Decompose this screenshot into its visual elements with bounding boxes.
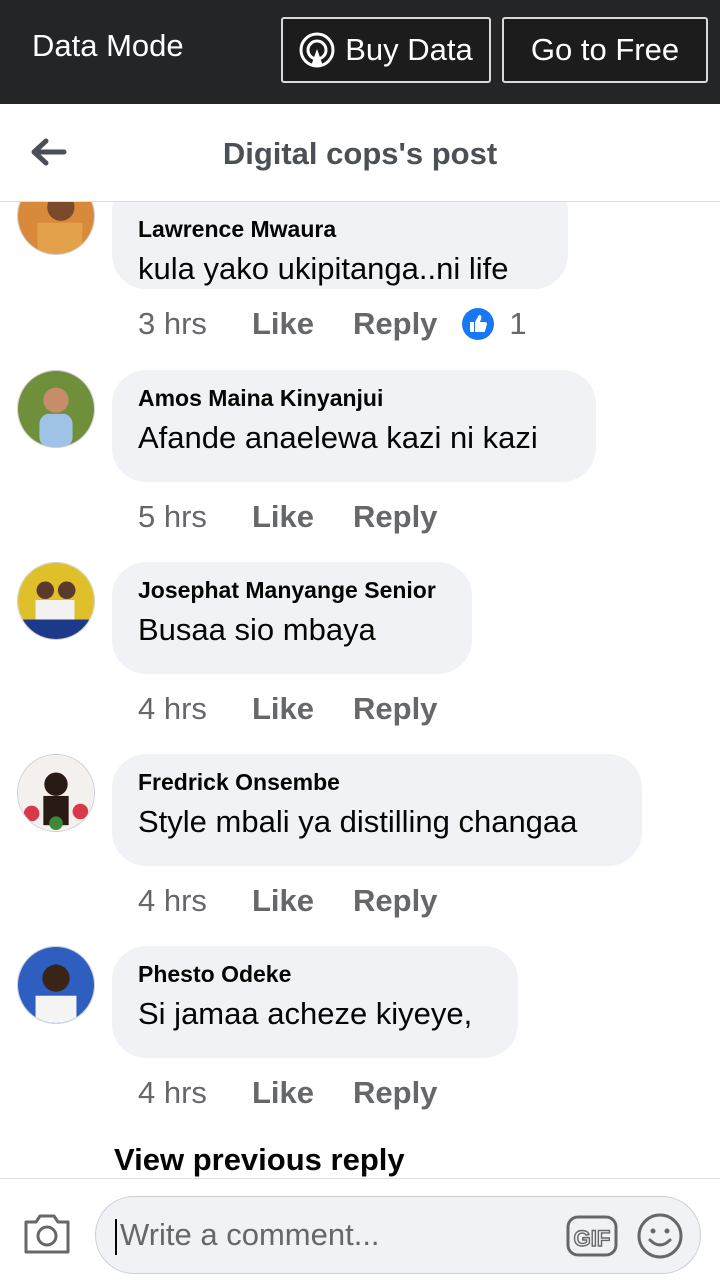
comment-bubble[interactable]: Lawrence Mwaura kula yako ukipitanga..ni…: [112, 201, 568, 289]
comment-bubble[interactable]: Fredrick Onsembe Style mbali ya distilli…: [112, 754, 642, 866]
comment-actions: 4 hrs Like Reply: [138, 689, 437, 729]
camera-button[interactable]: [22, 1212, 72, 1256]
post-header: Digital cops's post: [0, 104, 720, 202]
page-title: Digital cops's post: [222, 136, 498, 171]
comment-text: Busaa sio mbaya: [138, 612, 376, 647]
comment-bubble[interactable]: Amos Maina Kinyanjui Afande anaelewa kaz…: [112, 370, 596, 482]
text-cursor: [115, 1219, 117, 1255]
go-to-free-button[interactable]: Go to Free: [502, 17, 708, 83]
comment-time[interactable]: 5 hrs: [138, 499, 252, 535]
avatar[interactable]: [17, 754, 95, 832]
comment-text: Afande anaelewa kazi ni kazi: [138, 420, 538, 455]
buy-data-label: Buy Data: [345, 32, 473, 67]
comment-actions: 3 hrs Like Reply 1: [138, 304, 527, 344]
comment-author[interactable]: Amos Maina Kinyanjui: [138, 384, 570, 412]
comment-author[interactable]: Fredrick Onsembe: [138, 768, 616, 796]
camera-icon: [24, 1214, 70, 1254]
comment-bubble[interactable]: Josephat Manyange Senior Busaa sio mbaya: [112, 562, 472, 674]
reply-button[interactable]: Reply: [353, 306, 437, 342]
smiley-icon[interactable]: [636, 1212, 684, 1260]
go-to-free-label: Go to Free: [530, 32, 680, 67]
like-button[interactable]: Like: [252, 691, 353, 727]
reply-button[interactable]: Reply: [353, 691, 437, 727]
reaction-count: 1: [509, 306, 527, 341]
broadcast-icon: [299, 32, 335, 68]
comments-list: Lawrence Mwaura kula yako ukipitanga..ni…: [0, 201, 720, 1178]
like-button[interactable]: Like: [252, 499, 353, 535]
comment-bubble[interactable]: Phesto Odeke Si jamaa acheze kiyeye,: [112, 946, 518, 1058]
avatar[interactable]: [17, 201, 95, 255]
comment-composer: Write a comment... GIF: [0, 1178, 720, 1286]
buy-data-button[interactable]: Buy Data: [281, 17, 491, 83]
reaction-summary[interactable]: 1: [461, 306, 527, 342]
comment-time[interactable]: 4 hrs: [138, 1075, 252, 1111]
data-mode-label: Data Mode: [32, 28, 184, 63]
comment-actions: 4 hrs Like Reply: [138, 1073, 437, 1113]
comment-placeholder: Write a comment...: [120, 1217, 380, 1252]
svg-text:GIF: GIF: [574, 1226, 611, 1251]
comment-time[interactable]: 4 hrs: [138, 691, 252, 727]
reply-button[interactable]: Reply: [353, 1075, 437, 1111]
like-button[interactable]: Like: [252, 306, 353, 342]
comment-text: kula yako ukipitanga..ni life: [138, 251, 509, 286]
comment-text: Si jamaa acheze kiyeye,: [138, 996, 473, 1031]
reply-button[interactable]: Reply: [353, 499, 437, 535]
comment-author[interactable]: Lawrence Mwaura: [138, 215, 542, 243]
data-mode-bar: Data Mode Buy Data Go to Free: [0, 0, 720, 104]
comment-actions: 5 hrs Like Reply: [138, 497, 437, 537]
comment-input[interactable]: Write a comment... GIF: [95, 1196, 701, 1274]
gif-icon[interactable]: GIF: [566, 1213, 618, 1259]
like-button[interactable]: Like: [252, 1075, 353, 1111]
avatar[interactable]: [17, 562, 95, 640]
comment-time[interactable]: 4 hrs: [138, 883, 252, 919]
comment-author[interactable]: Phesto Odeke: [138, 960, 492, 988]
comment-text: Style mbali ya distilling changaa: [138, 804, 578, 839]
reply-button[interactable]: Reply: [353, 883, 437, 919]
avatar[interactable]: [17, 370, 95, 448]
comment-actions: 4 hrs Like Reply: [138, 881, 437, 921]
avatar[interactable]: [17, 946, 95, 1024]
thumbs-up-icon: [462, 308, 495, 340]
comment-author[interactable]: Josephat Manyange Senior: [138, 576, 446, 604]
view-previous-reply-link[interactable]: View previous reply: [114, 1142, 405, 1178]
like-button[interactable]: Like: [252, 883, 353, 919]
comment-time[interactable]: 3 hrs: [138, 306, 252, 342]
